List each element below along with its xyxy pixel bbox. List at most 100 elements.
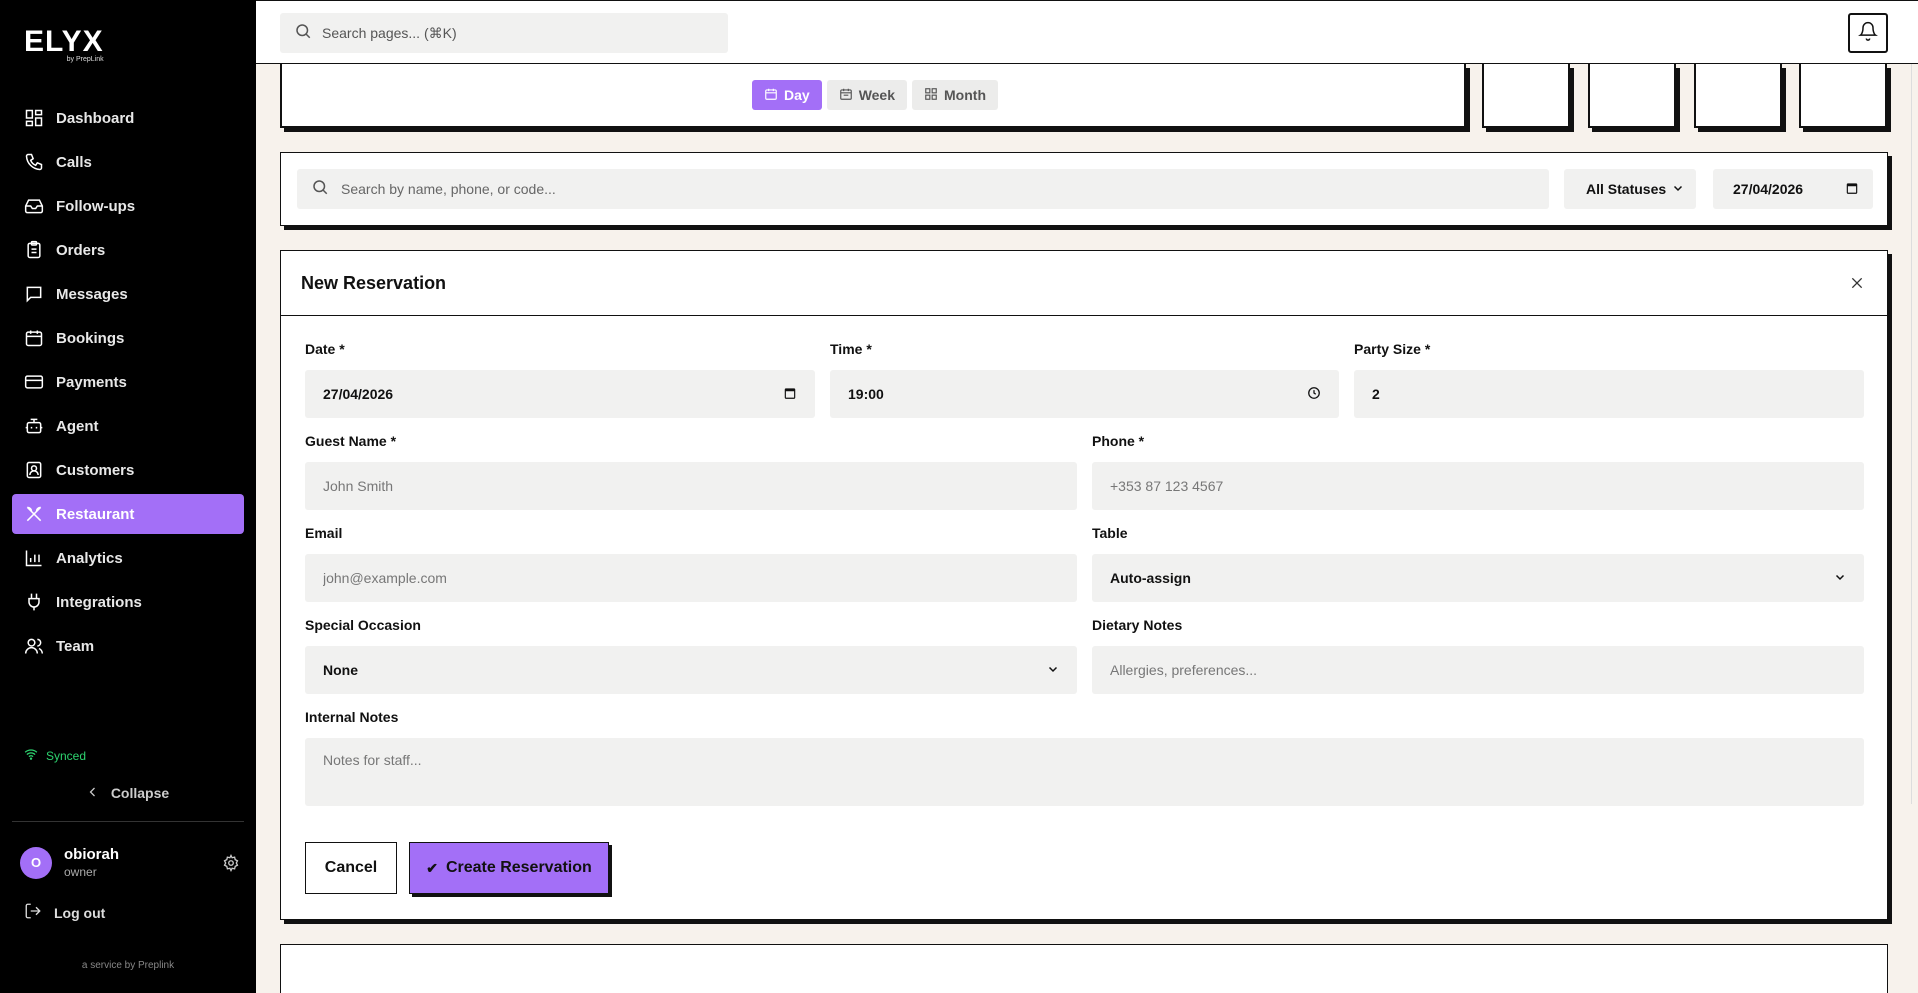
sidebar-item-bookings[interactable]: Bookings [12, 318, 244, 358]
gear-icon[interactable] [222, 853, 240, 877]
reservation-search[interactable] [297, 169, 1549, 209]
sidebar-item-label: Agent [56, 417, 99, 435]
party-size-field: Party Size * 2 [1354, 341, 1864, 418]
avatar[interactable]: O [20, 846, 52, 879]
utensils-icon [24, 504, 44, 524]
logo-text: ELYX [24, 25, 104, 58]
reservations-list-card [280, 944, 1888, 993]
special-occasion-label: Special Occasion [305, 617, 421, 633]
service-credit: a service by Preplink [81, 960, 175, 971]
sidebar-item-label: Messages [56, 285, 128, 303]
date-input[interactable]: 27/04/2026 [305, 370, 815, 418]
close-icon[interactable] [1847, 273, 1867, 293]
calendar-icon [764, 87, 784, 104]
table-label: Table [1092, 525, 1128, 541]
sync-status: Synced [24, 747, 86, 764]
bot-icon [24, 416, 44, 436]
logout-button[interactable]: Log out [24, 902, 105, 923]
status-select[interactable]: All Statuses [1564, 169, 1696, 209]
sidebar-item-integrations[interactable]: Integrations [12, 582, 244, 622]
user-name: obiorah [64, 846, 119, 863]
scrollbar-track[interactable] [1911, 64, 1912, 804]
sidebar-item-dashboard[interactable]: Dashboard [12, 98, 244, 138]
view-week-button[interactable]: Week [826, 80, 908, 110]
view-week-label: Week [858, 87, 896, 103]
phone-textbox[interactable] [1110, 478, 1846, 494]
view-month-button[interactable]: Month [912, 80, 998, 110]
dietary-notes-textbox[interactable] [1110, 662, 1846, 678]
notifications-button[interactable] [1848, 13, 1888, 53]
sidebar-nav: Dashboard Calls Follow-ups Orders Messag… [12, 98, 244, 670]
email-textbox[interactable] [323, 570, 1059, 586]
grid-icon [924, 87, 944, 104]
phone-icon [24, 152, 44, 172]
page-search[interactable] [280, 13, 728, 53]
time-field: Time * 19:00 [830, 341, 1339, 418]
calendar-icon [24, 328, 44, 348]
view-day-button[interactable]: Day [752, 80, 822, 110]
calendar-icon[interactable] [783, 386, 797, 403]
clipboard-icon [24, 240, 44, 260]
calendar-icon[interactable] [1845, 181, 1859, 198]
logout-icon [24, 902, 54, 923]
clock-icon[interactable] [1307, 386, 1321, 403]
inbox-icon [24, 196, 44, 216]
sidebar-item-analytics[interactable]: Analytics [12, 538, 244, 578]
time-label: Time * [830, 341, 872, 357]
party-size-input[interactable]: 2 [1354, 370, 1864, 418]
user-profile: O obiorah owner [20, 846, 240, 879]
status-select-value: All Statuses [1586, 181, 1667, 197]
sidebar-item-label: Calls [56, 153, 92, 171]
stat-card [1588, 64, 1676, 128]
time-input[interactable]: 19:00 [830, 370, 1339, 418]
top-bar [256, 0, 1918, 64]
page-search-input[interactable] [322, 25, 702, 41]
sidebar-item-orders[interactable]: Orders [12, 230, 244, 270]
guest-name-field: Guest Name * [305, 433, 1077, 510]
user-role: owner [64, 865, 97, 879]
create-reservation-button[interactable]: ✔ Create Reservation [409, 842, 609, 894]
sidebar-item-label: Follow-ups [56, 197, 136, 215]
dietary-notes-label: Dietary Notes [1092, 617, 1183, 633]
guest-name-textbox[interactable] [323, 478, 1059, 494]
reservation-search-input[interactable] [341, 181, 1521, 197]
sidebar-item-restaurant[interactable]: Restaurant [12, 494, 244, 534]
phone-input[interactable] [1092, 462, 1864, 510]
table-field: Table Auto-assign [1092, 525, 1864, 602]
special-occasion-select[interactable]: None [305, 646, 1077, 694]
table-select[interactable]: Auto-assign [1092, 554, 1864, 602]
internal-notes-field: Internal Notes [305, 709, 1864, 806]
cancel-button[interactable]: Cancel [305, 842, 397, 894]
guest-name-input[interactable] [305, 462, 1077, 510]
table-select-value: Auto-assign [1110, 570, 1191, 586]
sidebar-item-label: Bookings [56, 329, 125, 347]
sidebar-item-messages[interactable]: Messages [12, 274, 244, 314]
collapse-button[interactable]: Collapse [12, 780, 244, 806]
logout-label: Log out [54, 904, 106, 921]
sidebar: ELYX by PrepLink Dashboard Calls Follow-… [0, 0, 256, 993]
internal-notes-label: Internal Notes [305, 709, 399, 725]
email-input[interactable] [305, 554, 1077, 602]
contact-icon [24, 460, 44, 480]
new-reservation-form: New Reservation Date * 27/04/2026 Time *… [280, 250, 1888, 920]
wifi-icon [24, 747, 46, 764]
sidebar-item-team[interactable]: Team [12, 626, 244, 666]
phone-field: Phone * [1092, 433, 1864, 510]
internal-notes-textbox[interactable] [323, 752, 1846, 768]
check-icon: ✔ [426, 859, 438, 876]
sync-status-label: Synced [46, 748, 87, 763]
dietary-notes-input[interactable] [1092, 646, 1864, 694]
view-toggle: Day Week Month [752, 80, 1003, 110]
filter-date-value: 27/04/2026 [1733, 181, 1804, 197]
chevron-left-icon [87, 785, 111, 801]
users-icon [24, 636, 44, 656]
internal-notes-textarea[interactable] [305, 738, 1864, 806]
sidebar-item-follow-ups[interactable]: Follow-ups [12, 186, 244, 226]
sidebar-item-calls[interactable]: Calls [12, 142, 244, 182]
logo[interactable]: ELYX by PrepLink [24, 25, 104, 64]
sidebar-item-payments[interactable]: Payments [12, 362, 244, 402]
sidebar-item-agent[interactable]: Agent [12, 406, 244, 446]
filter-date-input[interactable]: 27/04/2026 [1713, 169, 1873, 209]
sidebar-item-customers[interactable]: Customers [12, 450, 244, 490]
view-day-label: Day [784, 87, 810, 103]
